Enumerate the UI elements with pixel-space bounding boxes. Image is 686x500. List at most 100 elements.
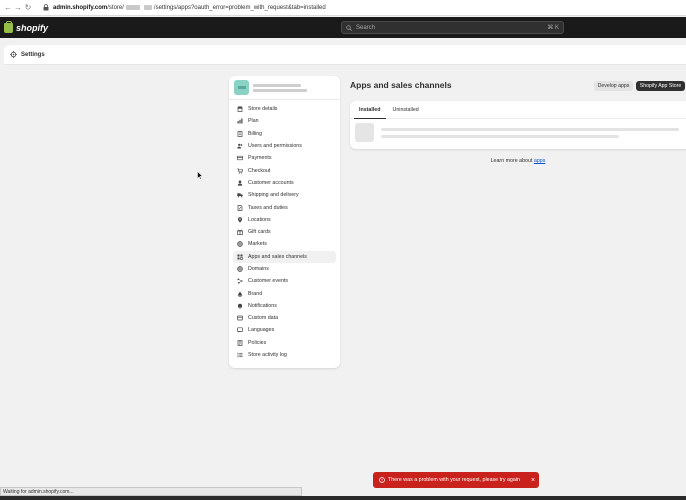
- sidebar-item-label: Brand: [248, 290, 263, 297]
- error-toast: There was a problem with your request, p…: [373, 472, 539, 488]
- redacted-store-name: [125, 5, 140, 10]
- list-icon: [236, 351, 244, 359]
- settings-nav-list: Store details Plan Billing Users and permis…: [229, 100, 340, 364]
- forward-arrow-icon[interactable]: →: [13, 2, 23, 14]
- sidebar-item-label: Customer accounts: [248, 179, 294, 186]
- sidebar-item-label: Payments: [248, 155, 272, 162]
- globe-icon: [236, 265, 244, 273]
- sidebar-item-label: Languages: [248, 327, 275, 334]
- sidebar-item-store-details[interactable]: Store details: [233, 103, 336, 115]
- tab-installed[interactable]: Installed: [354, 101, 386, 119]
- browser-status-bar: Waiting for admin.shopify.com...: [0, 487, 302, 496]
- loading-skeleton: [350, 119, 686, 146]
- payments-icon: [236, 154, 244, 162]
- store-avatar: [234, 80, 249, 95]
- shopify-logo[interactable]: shopify: [4, 20, 49, 33]
- store-switcher[interactable]: [229, 76, 340, 100]
- search-input[interactable]: Search ⌘ K: [341, 21, 564, 34]
- tab-uninstalled[interactable]: Uninstalled: [388, 101, 424, 118]
- sidebar-item-customer-events[interactable]: Customer events: [233, 275, 336, 287]
- url-prefix: /store/: [107, 4, 124, 11]
- sidebar-item-label: Domains: [248, 266, 269, 272]
- url-path: /settings/apps?oauth_error=problem_with_…: [153, 4, 326, 11]
- sidebar-item-label: Checkout: [248, 167, 271, 174]
- bottom-strip: [0, 496, 686, 500]
- search-icon: [346, 24, 352, 31]
- sidebar-item-label: Customer events: [248, 278, 289, 285]
- truck-icon: [236, 191, 244, 199]
- page-title: Apps and sales channels: [350, 80, 452, 90]
- shopify-bag-icon: [4, 20, 13, 33]
- logo-text: shopify: [16, 22, 49, 33]
- back-arrow-icon[interactable]: ←: [3, 2, 13, 14]
- lock-icon: [41, 2, 51, 14]
- sidebar-item-apps-and-sales-channels[interactable]: Apps and sales channels: [233, 250, 336, 263]
- reload-icon[interactable]: ↻: [23, 2, 33, 14]
- gift-icon: [236, 228, 244, 236]
- billing-icon: [236, 130, 244, 138]
- sidebar-item-label: Policies: [248, 339, 267, 346]
- sidebar-item-languages[interactable]: Languages: [233, 324, 336, 336]
- sidebar-item-custom-data[interactable]: Custom data: [233, 312, 336, 324]
- mouse-cursor-icon: [197, 171, 203, 180]
- store-icon: [236, 105, 244, 113]
- sidebar-item-label: Shipping and delivery: [248, 192, 299, 199]
- apps-icon: [236, 253, 244, 261]
- sidebar-item-locations[interactable]: Locations: [233, 214, 336, 226]
- bell-icon: [236, 302, 244, 310]
- search-placeholder: Search: [356, 24, 376, 31]
- sidebar-item-users-and-permissions[interactable]: Users and permissions: [233, 140, 336, 152]
- globe-icon: [236, 240, 244, 248]
- learn-more-prefix: Learn more about: [490, 158, 534, 164]
- sidebar-item-checkout[interactable]: Checkout: [233, 164, 336, 176]
- sidebar-item-markets[interactable]: Markets: [233, 238, 336, 250]
- sidebar-item-label: Notifications: [248, 302, 277, 309]
- redacted-store-name: [143, 5, 152, 10]
- brand-icon: [236, 290, 244, 298]
- sidebar-item-taxes-and-duties[interactable]: Taxes and duties: [233, 201, 336, 213]
- sidebar-item-label: Users and permissions: [248, 143, 302, 150]
- settings-nav: Store details Plan Billing Users and permis…: [229, 76, 340, 368]
- sidebar-item-customer-accounts[interactable]: Customer accounts: [233, 177, 336, 189]
- sidebar-item-label: Gift cards: [248, 229, 271, 236]
- apps-card: Installed Uninstalled: [350, 101, 686, 149]
- learn-more-apps-link[interactable]: apps: [534, 158, 546, 164]
- alert-circle-icon: [378, 477, 385, 484]
- plan-icon: [236, 117, 244, 125]
- sidebar-item-brand[interactable]: Brand: [233, 287, 336, 299]
- settings-title: Settings: [21, 51, 45, 58]
- learn-more-text: Learn more about apps: [350, 158, 686, 164]
- shopify-app-store-button[interactable]: Shopify App Store: [636, 81, 685, 91]
- sidebar-item-label: Apps and sales channels: [248, 253, 307, 260]
- sidebar-item-policies[interactable]: Policies: [233, 337, 336, 349]
- sidebar-item-plan[interactable]: Plan: [233, 115, 336, 127]
- toast-close-button[interactable]: ×: [527, 477, 539, 484]
- sidebar-item-billing[interactable]: Billing: [233, 128, 336, 140]
- search-shortcut: ⌘ K: [547, 25, 559, 31]
- redacted-store-info: [253, 82, 307, 94]
- users-icon: [236, 142, 244, 150]
- sidebar-item-gift-cards[interactable]: Gift cards: [233, 226, 336, 238]
- sidebar-item-store-activity-log[interactable]: Store activity log: [233, 349, 336, 361]
- sidebar-item-label: Plan: [248, 118, 259, 125]
- tax-icon: [236, 204, 244, 212]
- skeleton-lines: [381, 124, 679, 142]
- develop-apps-button[interactable]: Develop apps: [594, 81, 633, 91]
- toast-message: There was a problem with your request, p…: [388, 477, 520, 483]
- sidebar-item-domains[interactable]: Domains: [233, 263, 336, 275]
- sidebar-item-payments[interactable]: Payments: [233, 152, 336, 164]
- url-host: admin.shopify.com: [53, 4, 108, 11]
- events-icon: [236, 277, 244, 285]
- sidebar-item-label: Custom data: [248, 315, 279, 322]
- apps-tabs: Installed Uninstalled: [350, 101, 686, 119]
- sidebar-item-label: Store activity log: [248, 352, 287, 359]
- sidebar-item-notifications[interactable]: Notifications: [233, 300, 336, 312]
- language-icon: [236, 326, 244, 334]
- browser-url-bar[interactable]: ← → ↻ admin.shopify.com /store/ /setting…: [0, 0, 686, 16]
- customer-icon: [236, 179, 244, 187]
- sidebar-item-label: Store details: [248, 106, 278, 113]
- admin-top-bar: shopify Search ⌘ K: [0, 17, 686, 38]
- settings-header: Settings: [4, 45, 686, 65]
- sidebar-item-shipping-and-delivery[interactable]: Shipping and delivery: [233, 189, 336, 201]
- data-icon: [236, 314, 244, 322]
